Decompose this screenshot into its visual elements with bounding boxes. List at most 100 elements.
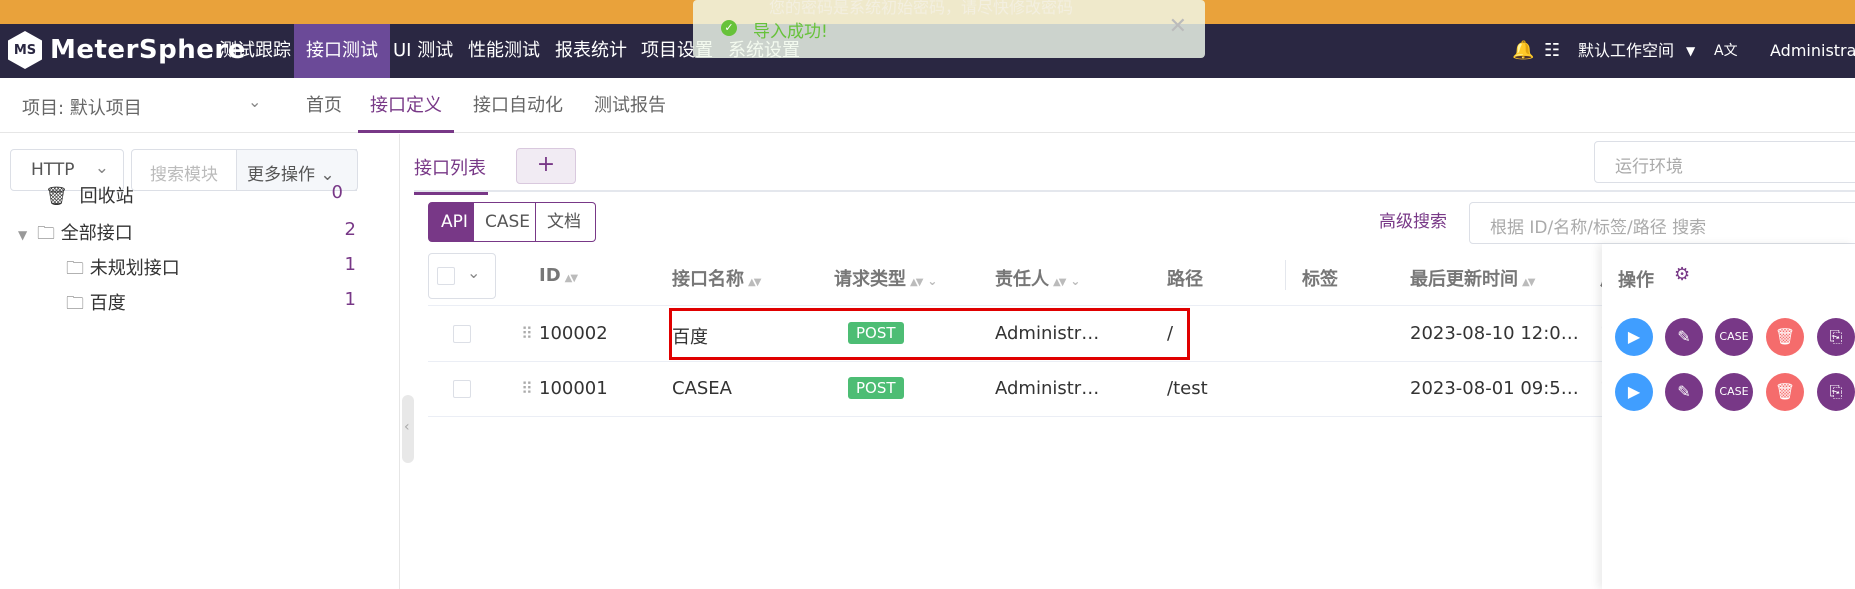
- recycle-bin-count: 0: [331, 182, 343, 203]
- folder-icon: 🗀: [66, 293, 84, 314]
- tree-item-unplanned[interactable]: 🗀 未规划接口 1: [66, 254, 356, 284]
- caret-down-icon[interactable]: ▼: [18, 228, 27, 242]
- subnav-api-definition[interactable]: 接口定义: [358, 78, 454, 133]
- advanced-search-link[interactable]: 高级搜索: [1379, 207, 1447, 232]
- sidebar-collapse-handle[interactable]: ‹: [402, 395, 414, 463]
- user-menu[interactable]: Administrato: [1770, 24, 1855, 78]
- row-updated: 2023-08-01 09:5…: [1410, 378, 1579, 399]
- select-all-checkbox[interactable]: [437, 267, 455, 285]
- task-list-icon[interactable]: ☷: [1544, 24, 1560, 78]
- column-id[interactable]: ID ▲▼: [539, 265, 578, 286]
- copy-button[interactable]: ⎘: [1817, 373, 1855, 411]
- chevron-left-icon: ‹: [404, 419, 410, 435]
- row-path: /test: [1167, 378, 1208, 399]
- subnav-home[interactable]: 首页: [294, 78, 354, 133]
- import-success-toast: 您的密码是系统初始密码，请尽快修改密码 ✓ 导入成功! ✕: [693, 0, 1205, 58]
- column-divider: [1285, 260, 1286, 290]
- language-icon[interactable]: A文: [1714, 24, 1738, 78]
- tree-count: 1: [344, 254, 356, 275]
- recycle-bin-label: 回收站: [79, 186, 134, 207]
- nav-report[interactable]: 报表统计: [543, 24, 639, 78]
- subnav-test-report[interactable]: 测试报告: [582, 78, 678, 133]
- nav-test-track[interactable]: 测试跟踪: [207, 24, 303, 78]
- tab-api-list[interactable]: 接口列表: [414, 154, 488, 195]
- tree-label: 未规划接口: [89, 258, 180, 279]
- row-checkbox[interactable]: [453, 325, 471, 343]
- tree-item-all-apis[interactable]: ▼ 🗀 全部接口 2: [18, 219, 356, 249]
- sort-icon[interactable]: ▲▼: [910, 277, 923, 288]
- run-button[interactable]: ▶: [1615, 318, 1653, 356]
- case-button[interactable]: CASE: [1715, 318, 1753, 356]
- row-id: 100002: [539, 323, 608, 344]
- logo-mark-icon: MS: [8, 31, 42, 69]
- environment-select[interactable]: 运行环境 ⌄: [1594, 141, 1855, 183]
- segment-doc[interactable]: 文档: [535, 202, 596, 242]
- segment-api[interactable]: API: [428, 202, 474, 242]
- column-label: 责任人: [995, 269, 1049, 290]
- gear-icon[interactable]: ⚙: [1674, 264, 1690, 285]
- column-owner[interactable]: 责任人 ▲▼ ⌄: [995, 265, 1080, 291]
- highlight-box: [669, 308, 1190, 360]
- subnav-api-automation[interactable]: 接口自动化: [461, 78, 575, 133]
- sort-icon[interactable]: ▲▼: [1053, 277, 1066, 288]
- sub-navigation: 项目: 默认项目 ⌄ 首页 接口定义 接口自动化 测试报告: [0, 78, 1855, 133]
- column-label: 接口名称: [672, 269, 744, 290]
- sort-icon[interactable]: ▲▼: [565, 273, 578, 284]
- column-tags: 标签: [1302, 269, 1338, 290]
- copy-button[interactable]: ⎘: [1817, 318, 1855, 356]
- sort-icon[interactable]: ▲▼: [1522, 277, 1535, 288]
- edit-button[interactable]: ✎: [1665, 373, 1703, 411]
- chevron-down-icon: ⌄: [467, 263, 481, 282]
- folder-icon: 🗀: [36, 223, 55, 244]
- column-path: 路径: [1167, 269, 1203, 290]
- recycle-bin-item[interactable]: 🗑 回收站 0: [45, 182, 343, 212]
- drag-handle-icon[interactable]: ⠿: [521, 379, 533, 398]
- delete-button[interactable]: 🗑: [1766, 373, 1804, 411]
- drag-handle-icon[interactable]: ⠿: [521, 324, 533, 343]
- password-warning-text: 您的密码是系统初始密码，请尽快修改密码: [769, 0, 1074, 17]
- row-updated: 2023-08-10 12:0…: [1410, 323, 1579, 344]
- environment-placeholder: 运行环境: [1615, 157, 1683, 177]
- edit-button[interactable]: ✎: [1665, 318, 1703, 356]
- column-name[interactable]: 接口名称 ▲▼: [672, 265, 761, 291]
- project-selector[interactable]: 项目: 默认项目: [22, 94, 142, 120]
- column-label: ID: [539, 265, 561, 286]
- api-search-input[interactable]: 根据 ID/名称/标签/路径 搜索: [1469, 202, 1855, 244]
- delete-button[interactable]: 🗑: [1766, 318, 1804, 356]
- column-updated[interactable]: 最后更新时间 ▲▼: [1410, 265, 1535, 291]
- column-method[interactable]: 请求类型 ▲▼ ⌄: [834, 265, 937, 291]
- add-tab-button[interactable]: +: [516, 148, 576, 184]
- nav-ui-test[interactable]: UI 测试: [381, 24, 465, 78]
- folder-icon: 🗀: [66, 258, 84, 279]
- tabs-divider: [414, 190, 1855, 192]
- chevron-down-icon: ⌄: [94, 158, 109, 178]
- method-badge: POST: [848, 377, 904, 399]
- select-all-dropdown[interactable]: ⌄: [428, 253, 496, 299]
- filter-icon[interactable]: ⌄: [1070, 274, 1080, 288]
- close-icon[interactable]: ✕: [1169, 14, 1187, 39]
- segment-case[interactable]: CASE: [473, 202, 536, 242]
- chevron-down-icon[interactable]: ⌄: [248, 92, 261, 111]
- run-button[interactable]: ▶: [1615, 373, 1653, 411]
- workspace-selector[interactable]: 默认工作空间: [1578, 24, 1674, 78]
- tree-item-baidu[interactable]: 🗀 百度 1: [66, 289, 356, 319]
- nav-api-test[interactable]: 接口测试: [294, 24, 390, 78]
- toast-message: 导入成功!: [753, 22, 828, 42]
- column-label: 最后更新时间: [1410, 269, 1518, 290]
- tree-count: 2: [344, 219, 356, 240]
- api-search-placeholder: 根据 ID/名称/标签/路径 搜索: [1490, 218, 1707, 238]
- workspace-caret-icon[interactable]: ▼: [1686, 24, 1695, 78]
- case-button[interactable]: CASE: [1715, 373, 1753, 411]
- row-name[interactable]: CASEA: [672, 378, 732, 399]
- sort-icon[interactable]: ▲▼: [748, 277, 761, 288]
- tree-label: 全部接口: [60, 223, 133, 244]
- nav-performance-test[interactable]: 性能测试: [456, 24, 552, 78]
- operations-column: 操作 ⚙ ▶ ✎ CASE 🗑 ⎘ ▶ ✎ CASE 🗑 ⎘: [1602, 244, 1855, 589]
- tree-count: 1: [344, 289, 356, 310]
- row-owner: Administr…: [995, 378, 1100, 399]
- operations-header: 操作: [1618, 270, 1654, 291]
- row-checkbox[interactable]: [453, 380, 471, 398]
- filter-icon[interactable]: ⌄: [927, 274, 937, 288]
- bell-icon[interactable]: 🔔: [1512, 24, 1534, 78]
- module-sidebar: HTTP ⌄ 搜索模块 更多操作 ⌄ 🗑 回收站 0 ▼ 🗀 全部接口 2 🗀 …: [0, 134, 400, 589]
